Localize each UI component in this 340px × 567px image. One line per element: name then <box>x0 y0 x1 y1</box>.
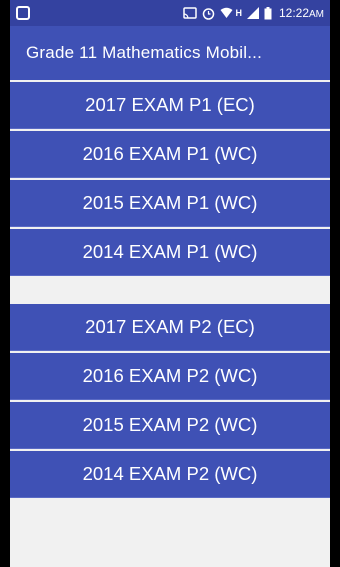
battery-icon <box>264 6 272 19</box>
exam-button-2016-p2[interactable]: 2016 EXAM P2 (WC) <box>10 353 330 400</box>
exam-button-2014-p1[interactable]: 2014 EXAM P1 (WC) <box>10 229 330 276</box>
status-right: H 12:22AM <box>183 6 324 20</box>
exam-button-2017-p1[interactable]: 2017 EXAM P1 (EC) <box>10 82 330 129</box>
status-left <box>16 6 30 20</box>
app-screen: H 12:22AM Grade 11 Mathematics Mobil... … <box>10 0 330 567</box>
signal-icon <box>246 7 259 19</box>
exam-button-2015-p2[interactable]: 2015 EXAM P2 (WC) <box>10 402 330 449</box>
exam-button-2017-p2[interactable]: 2017 EXAM P2 (EC) <box>10 304 330 351</box>
exam-button-2014-p2[interactable]: 2014 EXAM P2 (WC) <box>10 451 330 498</box>
exam-button-2016-p1[interactable]: 2016 EXAM P1 (WC) <box>10 131 330 178</box>
section-gap <box>10 278 330 298</box>
exam-button-2015-p1[interactable]: 2015 EXAM P1 (WC) <box>10 180 330 227</box>
wifi-icon <box>220 7 233 18</box>
paper1-list: 2017 EXAM P1 (EC) 2016 EXAM P1 (WC) 2015… <box>10 80 330 276</box>
status-bar: H 12:22AM <box>10 0 330 26</box>
paper2-list: 2017 EXAM P2 (EC) 2016 EXAM P2 (WC) 2015… <box>10 298 330 498</box>
alarm-icon <box>203 7 215 20</box>
toolbar-title: Grade 11 Mathematics Mobil... <box>26 43 263 62</box>
clock: 12:22AM <box>279 6 324 20</box>
clock-time: 12:22 <box>278 6 309 20</box>
cast-icon <box>183 7 198 19</box>
app-toolbar: Grade 11 Mathematics Mobil... <box>10 26 330 80</box>
clock-suffix: AM <box>309 9 324 20</box>
notification-icon <box>16 6 30 20</box>
network-type-label: H <box>235 8 242 18</box>
